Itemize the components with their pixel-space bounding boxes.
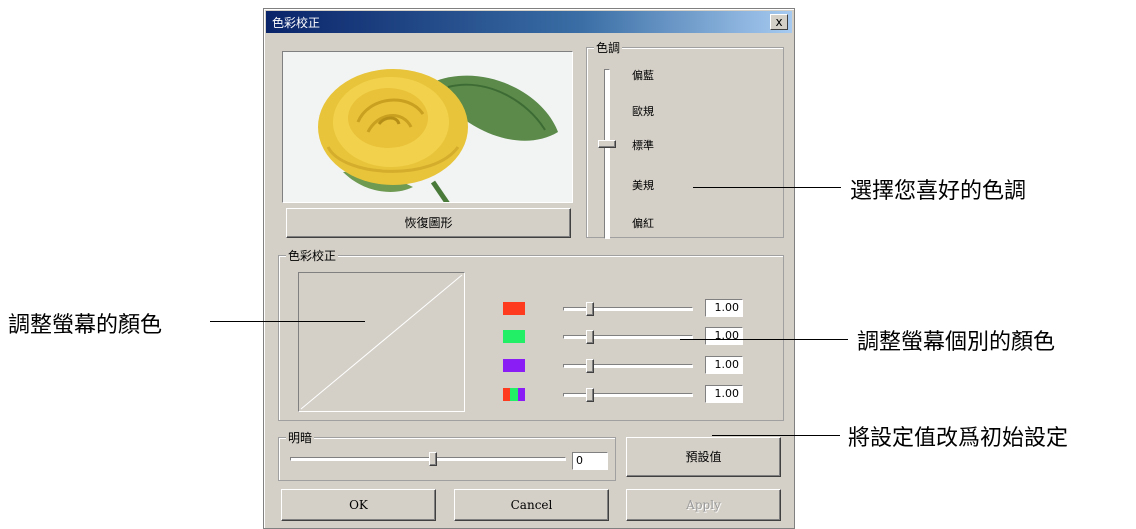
rgb-slider-track[interactable] [563, 393, 693, 397]
cancel-label: Cancel [510, 498, 553, 512]
green-swatch [503, 330, 525, 343]
color-curve-box[interactable] [298, 272, 465, 412]
title-bar[interactable]: 色彩校正 x [266, 11, 792, 33]
blue-value-field[interactable]: 1.00 [705, 356, 743, 374]
hue-slider-track[interactable] [604, 69, 610, 239]
red-slider-thumb[interactable] [586, 302, 594, 316]
brightness-slider-thumb[interactable] [429, 452, 437, 466]
brightness-slider-track[interactable] [290, 457, 566, 461]
ok-button[interactable]: OK [281, 489, 436, 521]
red-value-field[interactable]: 1.00 [705, 299, 743, 317]
annotation-curve: 調整螢幕的顏色 [8, 313, 163, 338]
color-correction-dialog: 色彩校正 x 恢復圖形 色調 偏藍 歐規 標準 美規 偏紅 色彩校正 1.00 … [263, 8, 795, 529]
apply-button[interactable]: Apply [626, 489, 781, 521]
hue-level-standard: 標準 [632, 139, 654, 152]
hue-group-label: 色調 [594, 39, 623, 56]
annotation-curve-leader [210, 321, 365, 322]
close-button[interactable]: x [770, 14, 788, 30]
red-swatch [503, 302, 525, 315]
rgb-slider-thumb[interactable] [586, 388, 594, 402]
hue-level-american: 美規 [632, 179, 654, 192]
brightness-group-label: 明暗 [286, 429, 315, 446]
annotation-channels: 調整螢幕個別的顏色 [857, 330, 1056, 355]
apply-label: Apply [686, 498, 721, 512]
annotation-reset: 將設定值改爲初始設定 [848, 426, 1069, 451]
rgb-swatch [503, 388, 525, 401]
green-slider-thumb[interactable] [586, 330, 594, 344]
rgb-value-field[interactable]: 1.00 [705, 385, 743, 403]
restore-image-label: 恢復圖形 [404, 216, 453, 230]
hue-level-european: 歐規 [632, 105, 654, 118]
annotation-channels-leader [680, 339, 848, 340]
green-slider-track[interactable] [563, 335, 693, 339]
blue-slider-track[interactable] [563, 364, 693, 368]
default-values-label: 預設值 [685, 450, 722, 464]
restore-image-button[interactable]: 恢復圖形 [286, 208, 571, 238]
annotation-hue-leader [693, 187, 841, 188]
annotation-hue: 選擇您喜好的色調 [850, 179, 1027, 204]
blue-slider-thumb[interactable] [586, 359, 594, 373]
default-values-button[interactable]: 預設值 [626, 437, 781, 477]
hue-level-bluish: 偏藍 [632, 69, 654, 82]
brightness-value-field[interactable]: 0 [572, 452, 608, 470]
color-correction-group-label: 色彩校正 [286, 247, 339, 264]
green-value-field[interactable]: 1.00 [705, 327, 743, 345]
rose-preview-image [282, 51, 573, 203]
ok-label: OK [349, 498, 368, 512]
red-slider-track[interactable] [563, 307, 693, 311]
cancel-button[interactable]: Cancel [454, 489, 609, 521]
hue-slider-thumb[interactable] [598, 140, 616, 148]
annotation-reset-leader [712, 435, 840, 436]
blue-swatch [503, 359, 525, 372]
window-title: 色彩校正 [272, 16, 321, 30]
hue-level-reddish: 偏紅 [632, 217, 654, 230]
